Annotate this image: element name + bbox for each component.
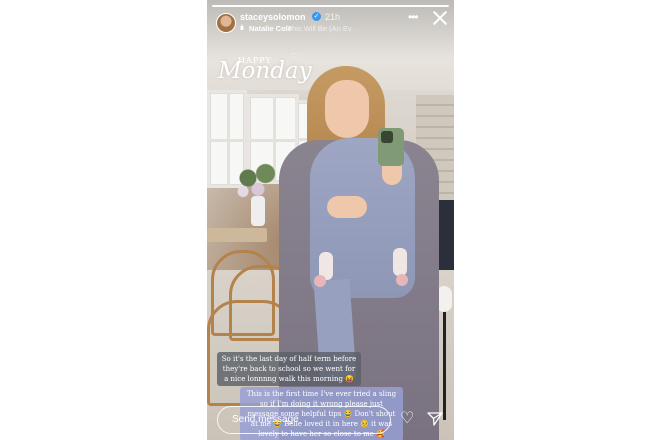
person-face [325,80,369,138]
send-message-input[interactable]: Send message [217,406,391,434]
phone [378,128,404,166]
caption-text: So it's the last day of half term before… [217,352,361,386]
story-progress-bar [212,5,449,7]
dining-table [207,228,267,242]
person-hand [327,196,367,218]
paper-plane-icon[interactable] [427,411,443,427]
baby-shoe [396,274,408,286]
send-message-placeholder: Send message [232,414,299,425]
music-song[interactable]: · This Will Be (An Ev... [283,24,353,33]
heart-outline-icon[interactable]: ♡ [400,411,414,427]
username[interactable]: staceysolomon [240,12,306,22]
music-bars-icon: ılı [240,25,244,32]
baby-shoe [314,275,326,287]
story-viewer[interactable]: staceysolomon ✓ 21h ılı Natalie Cole · T… [207,0,454,440]
close-icon[interactable] [431,9,449,27]
floor-lamp [443,300,446,420]
story-timestamp: 21h [325,12,341,22]
more-options-icon[interactable]: ••• [408,10,419,24]
baby-leg [393,248,407,276]
verified-badge-icon: ✓ [312,12,321,21]
happy-sticker-text: HAPPY [238,56,272,65]
flowers [233,160,283,205]
avatar[interactable] [216,13,236,33]
heart-sticker-icon: ♡ [290,52,298,61]
